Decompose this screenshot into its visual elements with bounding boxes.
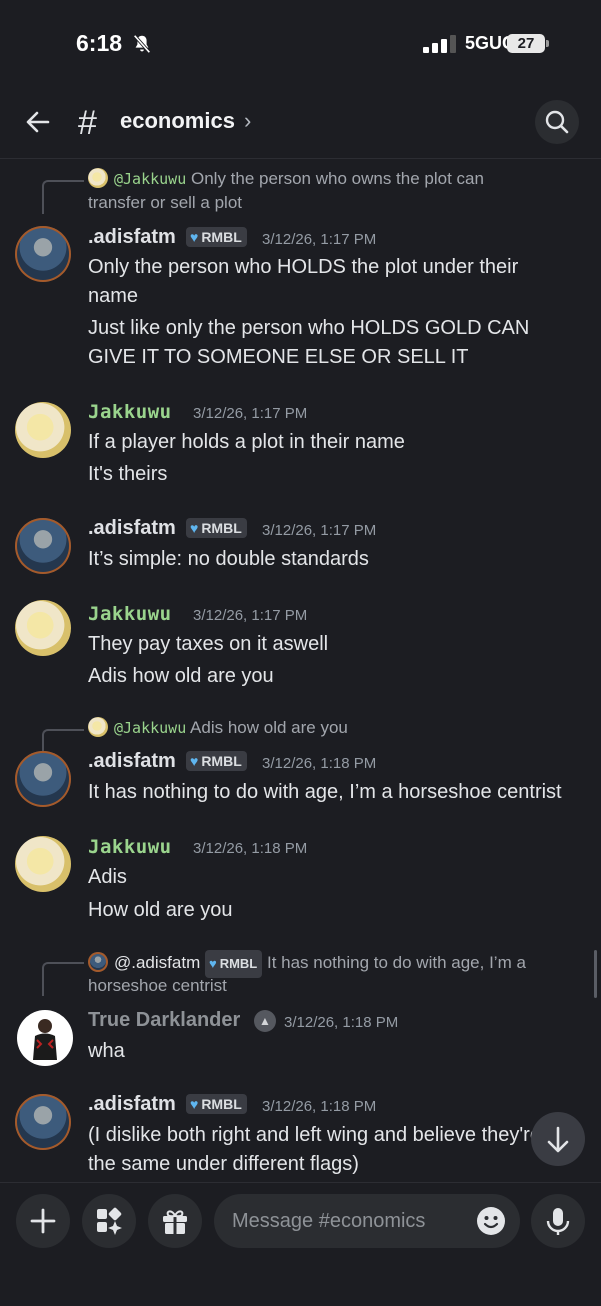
status-time: 6:18 <box>76 30 123 56</box>
message-line: It’s simple: no double standards <box>88 548 369 570</box>
heart-icon: ♥ <box>190 520 199 536</box>
plus-icon <box>30 1208 56 1234</box>
message-line: Adis <box>88 866 127 888</box>
timestamp: 3/12/26, 1:17 PM <box>262 522 377 539</box>
avatar[interactable] <box>17 1010 73 1066</box>
apps-button[interactable] <box>82 1194 136 1248</box>
add-attachment-button[interactable] <box>16 1194 70 1248</box>
heart-icon: ♥ <box>190 1096 199 1112</box>
gift-button[interactable] <box>148 1194 202 1248</box>
message-line: GIVE IT TO SOMEONE ELSE OR SELL IT <box>88 346 469 368</box>
timestamp: 3/12/26, 1:17 PM <box>193 607 308 624</box>
reply-preview[interactable]: @Jakkuwu Only the person who owns the pl… <box>88 167 484 191</box>
reply-avatar <box>88 952 108 972</box>
reply-connector <box>42 962 84 996</box>
header-divider <box>0 158 601 159</box>
message-line: Just like only the person who HOLDS GOLD… <box>88 317 530 339</box>
message-line: If a player holds a plot in their name <box>88 431 405 453</box>
message-line: name <box>88 285 139 307</box>
reply-preview-line2: transfer or sell a plot <box>88 193 243 212</box>
message-placeholder: Message #economics <box>232 1210 426 1232</box>
rmbl-badge: ♥ RMBL <box>186 1094 247 1114</box>
avatar[interactable] <box>15 402 71 458</box>
heart-icon: ♥ <box>190 229 199 245</box>
message-line: (I dislike both right and left wing and … <box>88 1124 541 1146</box>
signal-icon <box>423 35 456 53</box>
avatar[interactable] <box>15 226 71 282</box>
reply-connector <box>42 180 84 214</box>
author-name[interactable]: Jakkuwu <box>88 401 172 423</box>
author-name[interactable]: .adisfatm <box>88 517 176 540</box>
avatar[interactable] <box>15 836 71 892</box>
avatar-figure-icon <box>33 1019 57 1060</box>
rmbl-badge: ♥ RMBL <box>186 518 247 538</box>
reply-preview[interactable]: @Jakkuwu Adis how old are you <box>88 716 348 740</box>
reply-preview-line2: horseshoe centrist <box>88 976 227 995</box>
timestamp: 3/12/26, 1:17 PM <box>262 231 377 248</box>
search-icon <box>545 110 569 134</box>
reply-avatar <box>88 717 108 737</box>
message-line: the same under different flags) <box>88 1153 359 1175</box>
timestamp: 3/12/26, 1:17 PM <box>193 405 308 422</box>
message-line: It's theirs <box>88 463 168 485</box>
apps-sparkle-icon <box>97 1207 122 1235</box>
message-line: wha <box>88 1040 125 1062</box>
author-name[interactable]: .adisfatm <box>88 1093 176 1116</box>
timestamp: 3/12/26, 1:18 PM <box>262 755 377 772</box>
search-button[interactable] <box>535 100 579 144</box>
jump-to-bottom-button[interactable] <box>531 1112 585 1166</box>
timestamp: 3/12/26, 1:18 PM <box>284 1014 399 1031</box>
emoji-icon[interactable] <box>476 1206 506 1236</box>
chevron-right-icon[interactable]: › <box>244 108 251 134</box>
back-arrow-icon[interactable] <box>24 108 52 136</box>
channel-name[interactable]: economics <box>120 108 235 134</box>
heart-icon: ♥ <box>208 956 217 971</box>
battery-tip <box>546 40 549 47</box>
battery-indicator: 27 <box>507 34 545 53</box>
composer-divider <box>0 1182 601 1183</box>
author-name[interactable]: Jakkuwu <box>88 836 172 858</box>
heart-icon: ♥ <box>190 753 199 769</box>
avatar[interactable] <box>15 600 71 656</box>
author-name[interactable]: True Darklander <box>88 1009 240 1032</box>
author-name[interactable]: .adisfatm <box>88 226 176 249</box>
avatar[interactable] <box>15 1094 71 1150</box>
message-input[interactable]: Message #economics <box>214 1194 520 1248</box>
author-name[interactable]: Jakkuwu <box>88 603 172 625</box>
gift-icon <box>163 1210 187 1234</box>
timestamp: 3/12/26, 1:18 PM <box>262 1098 377 1115</box>
reply-avatar <box>88 168 108 188</box>
message-line: They pay taxes on it aswell <box>88 633 329 655</box>
role-icon: ▲ <box>254 1010 276 1032</box>
message-line: Adis how old are you <box>88 665 274 687</box>
bell-muted-icon <box>133 34 151 54</box>
rmbl-badge: ♥ RMBL <box>186 751 247 771</box>
message-line: How old are you <box>88 899 233 921</box>
avatar[interactable] <box>15 751 71 807</box>
voice-message-button[interactable] <box>531 1194 585 1248</box>
message-line: Only the person who HOLDS the plot under… <box>88 256 519 278</box>
arrow-down-icon <box>547 1126 569 1153</box>
rmbl-badge: ♥ RMBL <box>186 227 247 247</box>
microphone-icon <box>546 1208 570 1235</box>
message-line: It has nothing to do with age, I’m a hor… <box>88 781 562 803</box>
scrollbar[interactable] <box>594 950 597 998</box>
avatar[interactable] <box>15 518 71 574</box>
timestamp: 3/12/26, 1:18 PM <box>193 840 308 857</box>
author-name[interactable]: .adisfatm <box>88 750 176 773</box>
channel-hash-icon: # <box>78 104 97 142</box>
